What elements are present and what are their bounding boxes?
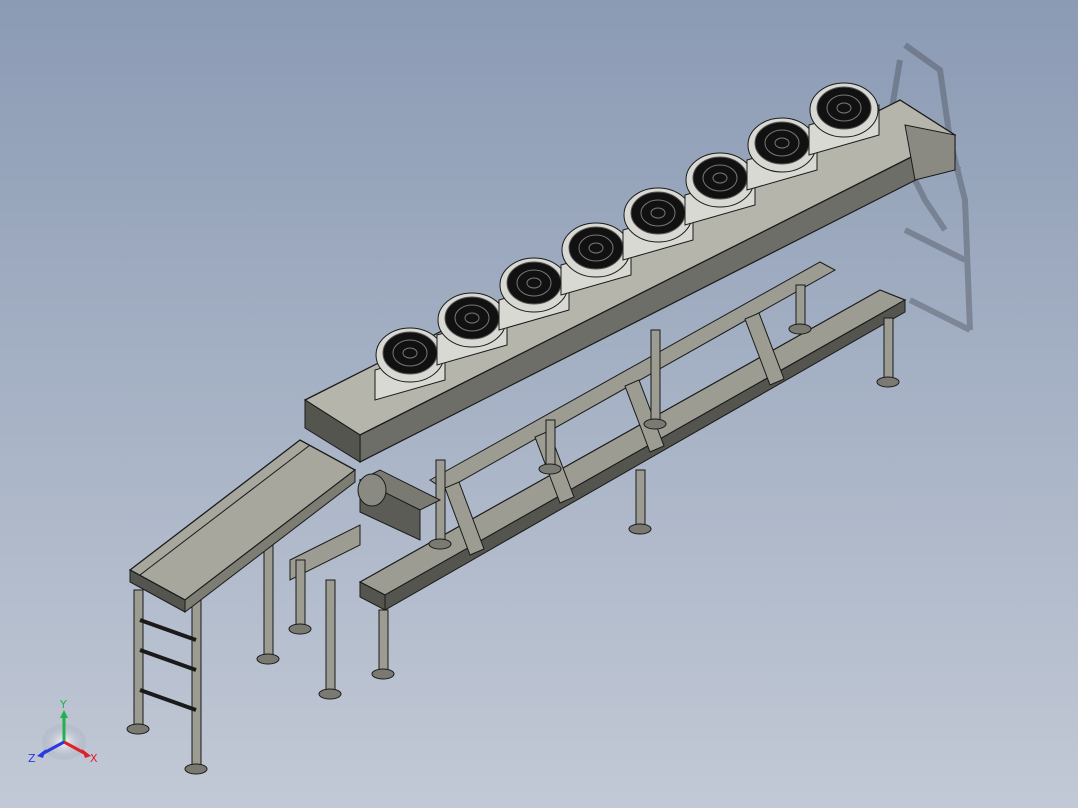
leveling-foot xyxy=(288,623,312,635)
leveling-foot xyxy=(876,376,900,388)
fan-grill xyxy=(630,191,686,235)
fan-grill xyxy=(568,226,624,270)
fan-grill xyxy=(816,86,872,130)
fan-grill xyxy=(506,261,562,305)
leg-post xyxy=(545,419,556,466)
leveling-foot xyxy=(184,763,208,775)
cad-viewport[interactable]: Y X Z xyxy=(0,0,1078,808)
leg-post xyxy=(795,284,806,326)
fan-grill xyxy=(444,296,500,340)
leveling-foot xyxy=(126,723,150,735)
leg-post xyxy=(635,469,646,526)
leveling-foot xyxy=(628,523,652,535)
fan-grill xyxy=(692,156,748,200)
leveling-foot xyxy=(788,323,812,335)
leg-post xyxy=(883,317,894,379)
y-axis-label: Y xyxy=(59,698,67,711)
leveling-foot xyxy=(256,653,280,665)
leveling-foot xyxy=(643,418,667,430)
leg-post xyxy=(295,559,306,626)
z-axis-label: Z xyxy=(28,752,36,765)
x-axis-label: X xyxy=(90,752,98,765)
leg-post xyxy=(133,589,144,726)
leg-post xyxy=(263,539,274,656)
leveling-foot xyxy=(371,668,395,680)
leg-post xyxy=(191,599,202,766)
leveling-foot xyxy=(538,463,562,475)
conveyor-assembly-model[interactable]: Y X Z xyxy=(0,0,1078,808)
leg-post xyxy=(378,609,389,671)
leg-post xyxy=(325,579,336,691)
fan-grill xyxy=(382,331,438,375)
motor-endcap xyxy=(357,473,387,507)
leveling-foot xyxy=(318,688,342,700)
leg-post xyxy=(650,329,661,421)
fan-grill xyxy=(754,121,810,165)
leveling-foot xyxy=(428,538,452,550)
